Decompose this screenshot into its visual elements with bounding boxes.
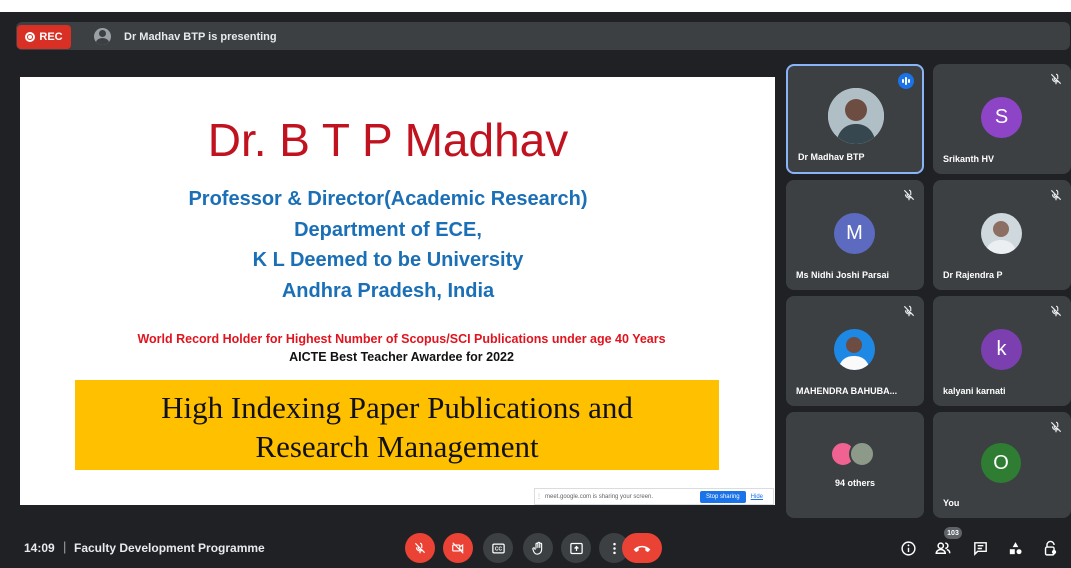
mic-off-icon [1050, 421, 1062, 433]
record-icon [25, 32, 36, 42]
mic-toggle-button[interactable] [405, 533, 435, 563]
participant-name: MAHENDRA BAHUBA... [796, 386, 898, 396]
banner-line: High Indexing Paper Publications and [161, 390, 633, 425]
participant-name: Ms Nidhi Joshi Parsai [796, 270, 890, 280]
avatar [849, 441, 875, 467]
more-vert-icon [612, 542, 616, 554]
lock-person-icon [1044, 540, 1056, 556]
presenter-text: Dr Madhav BTP is presenting [124, 31, 277, 43]
people-icon [935, 542, 951, 554]
separator: | [63, 539, 67, 554]
svg-text:CC: CC [494, 546, 502, 552]
stop-sharing-button[interactable]: Stop sharing [699, 490, 746, 503]
mic-off-icon [1050, 305, 1062, 317]
participant-tile[interactable]: Dr Madhav BTP [786, 64, 924, 174]
mic-off-icon [903, 305, 915, 317]
participant-tile[interactable]: M Ms Nidhi Joshi Parsai [786, 180, 924, 290]
meeting-title: Faculty Development Programme [74, 541, 265, 555]
drag-handle-icon[interactable]: ⋮ [535, 493, 543, 500]
mic-off-icon [1050, 189, 1062, 201]
mic-off-icon [1050, 73, 1062, 85]
meet-window: REC Dr Madhav BTP is presenting Dr. B T … [0, 0, 1071, 568]
avatar: S [981, 97, 1022, 138]
avatar: O [981, 443, 1021, 483]
others-count: 94 others [834, 478, 876, 488]
end-call-icon [633, 545, 651, 553]
avatar: k [981, 329, 1022, 370]
camera-off-icon [452, 542, 464, 554]
chat-button[interactable] [969, 537, 991, 559]
captions-icon: CC [491, 543, 505, 553]
top-strip [0, 0, 1071, 12]
slide-subtitle-line: Andhra Pradesh, India [281, 280, 495, 302]
camera-toggle-button[interactable] [443, 533, 473, 563]
slide-title: Dr. B T P Madhav [207, 114, 569, 166]
participant-tile[interactable]: MAHENDRA BAHUBA... [786, 296, 924, 406]
chat-icon [973, 541, 987, 556]
slide-subtitle-line: K L Deemed to be University [252, 249, 524, 271]
avatar [981, 213, 1022, 254]
slide-subtitle-line: Professor & Director(Academic Research) [188, 188, 588, 210]
participant-tile[interactable]: Dr Rajendra P [933, 180, 1071, 290]
screen-share-notice: ⋮ meet.google.com is sharing your screen… [534, 488, 774, 505]
participant-tile[interactable]: k kalyani karnati [933, 296, 1071, 406]
slide-banner: High Indexing Paper Publications and Res… [75, 380, 719, 470]
recording-label: REC [39, 31, 63, 43]
share-notice-message: meet.google.com is sharing your screen. [545, 493, 654, 500]
avatar [828, 88, 884, 144]
participant-tile[interactable]: S Srikanth HV [933, 64, 1071, 174]
self-tile[interactable]: O You [933, 412, 1071, 518]
recording-badge: REC [17, 25, 71, 49]
others-tile[interactable]: 94 others [786, 412, 924, 518]
activities-button[interactable] [1004, 537, 1026, 559]
mic-off-icon [414, 542, 426, 554]
presenter-avatar-icon [94, 28, 111, 45]
host-controls-button[interactable] [1039, 537, 1061, 559]
leave-call-button[interactable] [622, 533, 662, 563]
participant-name: Dr Madhav BTP [798, 152, 865, 162]
meeting-details-button[interactable] [897, 537, 919, 559]
hide-notice-button[interactable]: Hide [751, 494, 763, 500]
raise-hand-button[interactable] [523, 533, 553, 563]
captions-button[interactable]: CC [483, 533, 513, 563]
participant-name: kalyani karnati [943, 386, 1006, 396]
activities-icon [1009, 541, 1022, 554]
avatar [834, 329, 875, 370]
present-screen-button[interactable] [561, 533, 591, 563]
slide-subtitle-line: Department of ECE, [294, 219, 482, 241]
avatar: M [834, 213, 875, 254]
speaking-indicator-icon [898, 73, 914, 89]
slide-award-line: AICTE Best Teacher Awardee for 2022 [289, 350, 514, 364]
clock: 14:09 [24, 541, 55, 555]
slide-record-line: World Record Holder for Highest Number o… [137, 332, 666, 346]
present-icon [569, 542, 583, 554]
participant-name: Dr Rajendra P [943, 270, 1003, 280]
participant-name: Srikanth HV [943, 154, 995, 164]
participant-name: You [943, 498, 960, 508]
hand-icon [531, 541, 542, 555]
mic-off-icon [903, 189, 915, 201]
info-icon [900, 540, 916, 556]
banner-line: Research Management [255, 429, 539, 464]
shared-screen: Dr. B T P Madhav Professor & Director(Ac… [20, 77, 775, 505]
people-button[interactable] [932, 537, 954, 559]
